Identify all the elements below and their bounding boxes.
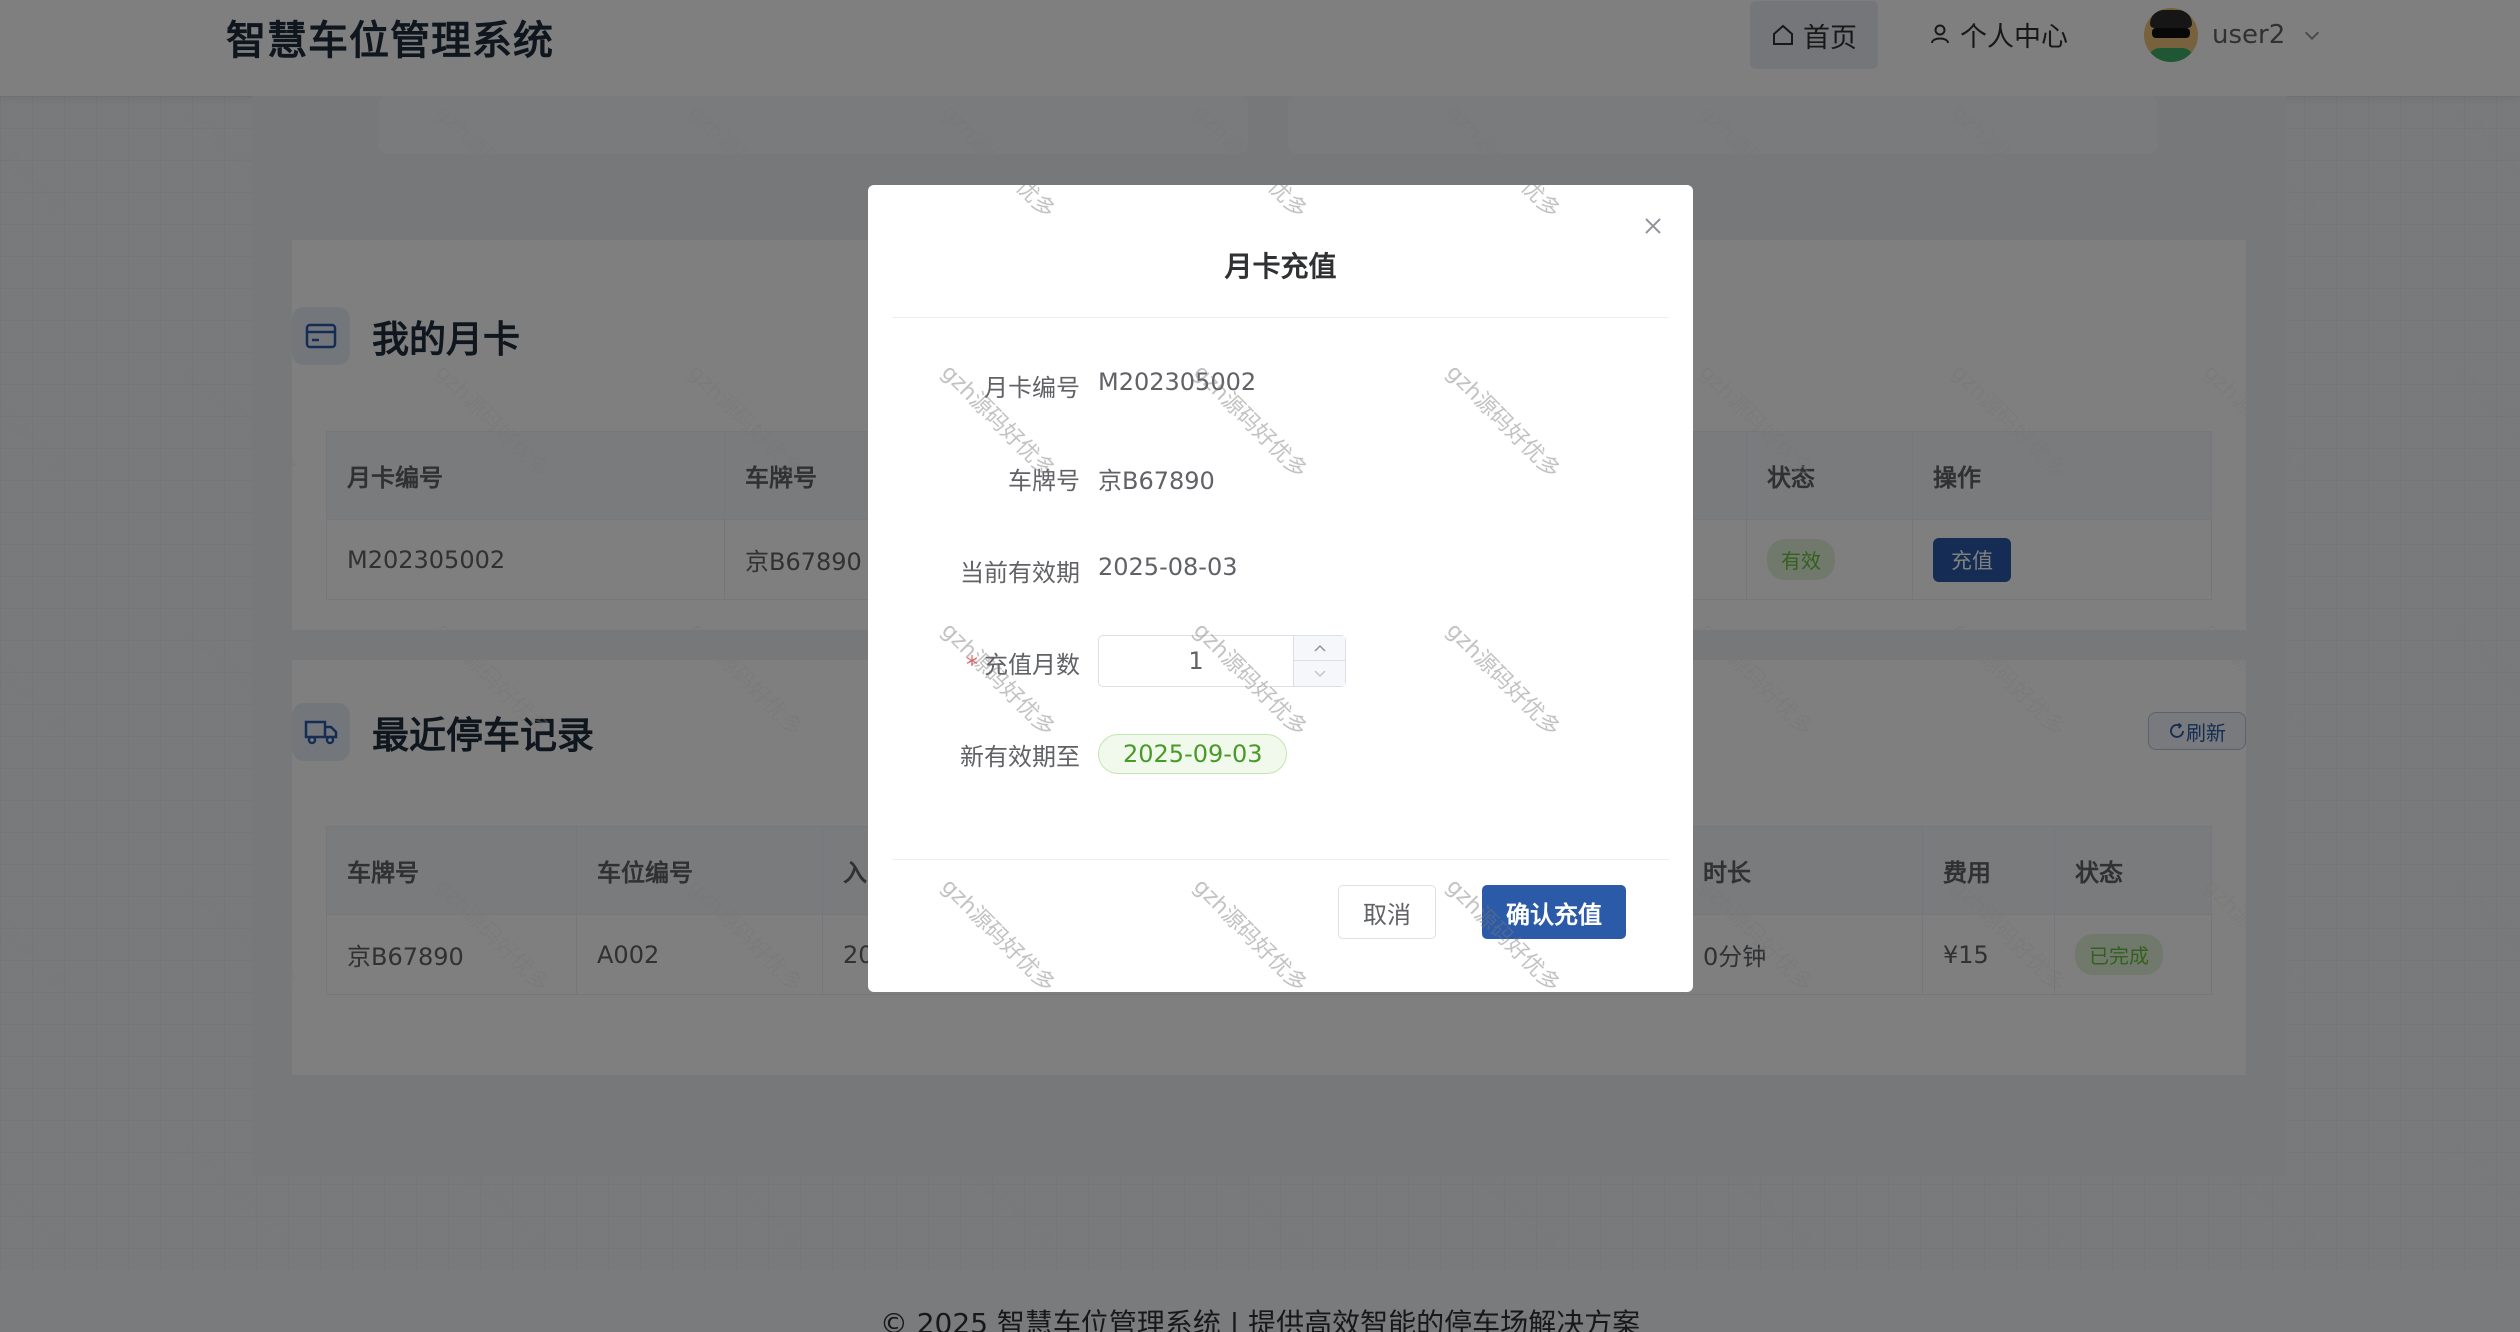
- confirm-recharge-button[interactable]: 确认充值: [1482, 885, 1626, 939]
- months-input[interactable]: 1: [1099, 636, 1293, 686]
- new-expiry-label: 新有效期至: [960, 743, 1080, 771]
- increase-button[interactable]: [1294, 636, 1346, 661]
- cancel-button[interactable]: 取消: [1338, 885, 1436, 939]
- card-no-value: M202305002: [1098, 368, 1257, 396]
- close-icon[interactable]: [1638, 211, 1668, 241]
- dialog-header-divider: [892, 317, 1669, 318]
- required-mark: *: [966, 651, 978, 679]
- decrease-button[interactable]: [1294, 661, 1346, 686]
- recharge-dialog: 月卡充值 月卡编号 M202305002 车牌号 京B67890 当前有效期 2…: [868, 185, 1693, 992]
- stepper-controls: [1293, 636, 1346, 686]
- plate-label: 车牌号: [1008, 467, 1080, 495]
- chevron-down-icon: [1314, 669, 1326, 677]
- chevron-up-icon: [1314, 644, 1326, 652]
- months-label: * 充值月数: [868, 645, 1080, 680]
- card-no-label: 月卡编号: [984, 374, 1080, 402]
- plate-value: 京B67890: [1098, 467, 1215, 495]
- current-expiry-value: 2025-08-03: [1098, 553, 1238, 581]
- current-expiry-label: 当前有效期: [960, 559, 1080, 587]
- months-label-text: 充值月数: [984, 651, 1080, 679]
- dialog-title: 月卡充值: [1224, 250, 1337, 283]
- months-stepper[interactable]: 1: [1098, 635, 1346, 687]
- dialog-footer-divider: [892, 859, 1669, 860]
- new-expiry-badge: 2025-09-03: [1098, 734, 1288, 774]
